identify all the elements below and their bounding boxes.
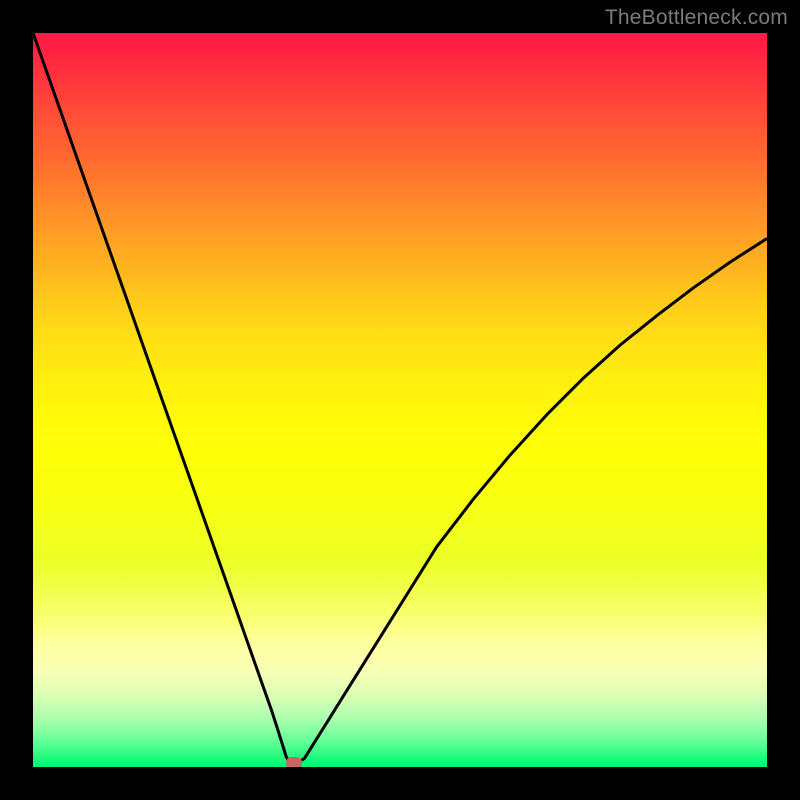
curve-svg — [33, 33, 767, 767]
bottleneck-curve — [33, 33, 767, 763]
chart-frame: TheBottleneck.com — [0, 0, 800, 800]
watermark: TheBottleneck.com — [605, 6, 788, 30]
plot-area — [33, 33, 767, 767]
data-marker — [286, 757, 302, 767]
